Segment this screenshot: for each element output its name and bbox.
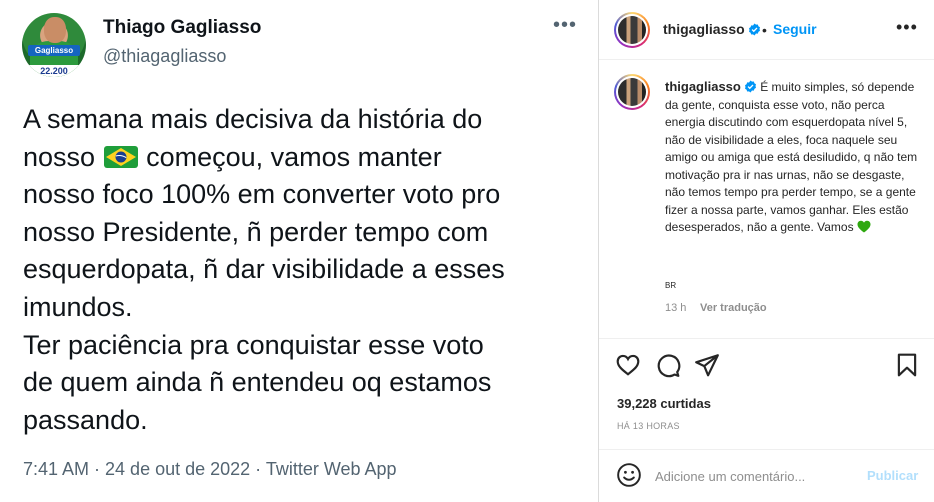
tweet-author-name[interactable]: Thiago Gagliasso bbox=[103, 17, 261, 39]
posted-ago[interactable]: HÁ 13 HORAS bbox=[617, 421, 680, 431]
avatar-badge-number: 22.200 bbox=[26, 65, 82, 77]
emoji-smiley-icon[interactable] bbox=[616, 462, 642, 488]
caption-time[interactable]: 13 h bbox=[665, 302, 686, 314]
ig-caption: thigagliasso É muito simples, só depende… bbox=[665, 78, 921, 237]
ig-caption-username[interactable]: thigagliasso bbox=[665, 79, 741, 94]
ig-caption-avatar[interactable] bbox=[614, 74, 650, 110]
ig-caption-text: É muito simples, só depende da gente, co… bbox=[665, 80, 918, 234]
comment-icon[interactable] bbox=[655, 352, 681, 378]
instagram-post-panel: thigagliasso • Seguir ••• thigagliasso É… bbox=[598, 0, 934, 502]
ig-header: thigagliasso • Seguir ••• bbox=[599, 0, 934, 60]
see-translation-button[interactable]: Ver tradução bbox=[700, 302, 767, 314]
avatar-photo bbox=[618, 16, 646, 44]
post-comment-button[interactable]: Publicar bbox=[867, 468, 918, 483]
brazil-flag-icon bbox=[103, 145, 139, 169]
avatar-photo bbox=[618, 78, 646, 106]
ig-more-options-icon[interactable]: ••• bbox=[896, 18, 918, 36]
tweet-metadata[interactable]: 7:41 AM · 24 de out de 2022 · Twitter We… bbox=[23, 459, 397, 480]
green-heart-icon bbox=[857, 220, 871, 233]
share-paper-plane-icon[interactable] bbox=[694, 352, 720, 378]
avatar-face bbox=[44, 17, 66, 43]
tweet-avatar[interactable]: Gagliasso 22.200 bbox=[22, 13, 86, 77]
avatar-badge-name: Gagliasso bbox=[28, 45, 80, 56]
verified-badge-icon bbox=[744, 80, 756, 93]
tweet-author-handle[interactable]: @thiagagliasso bbox=[103, 46, 226, 67]
tweet-text: A semana mais decisiva da história do no… bbox=[23, 101, 583, 439]
divider bbox=[599, 338, 934, 339]
comment-input[interactable] bbox=[655, 466, 855, 486]
likes-count[interactable]: 39,228 curtidas bbox=[617, 396, 711, 411]
ig-header-username[interactable]: thigagliasso bbox=[663, 21, 745, 37]
follow-separator: • bbox=[762, 22, 767, 38]
more-options-icon[interactable]: ••• bbox=[553, 15, 577, 35]
divider bbox=[599, 449, 934, 450]
country-code: BR bbox=[665, 281, 677, 290]
ig-header-username-wrap[interactable]: thigagliasso bbox=[663, 21, 761, 37]
verified-badge-icon bbox=[748, 23, 760, 36]
tweet-card: Gagliasso 22.200 Thiago Gagliasso @thiag… bbox=[0, 0, 598, 502]
ig-header-avatar[interactable] bbox=[614, 12, 650, 48]
tweet-text-part2: começou, vamos manter nosso foco 100% em… bbox=[23, 141, 505, 435]
save-bookmark-icon[interactable] bbox=[894, 352, 920, 378]
follow-button[interactable]: Seguir bbox=[773, 21, 817, 37]
like-heart-icon[interactable] bbox=[615, 352, 641, 378]
